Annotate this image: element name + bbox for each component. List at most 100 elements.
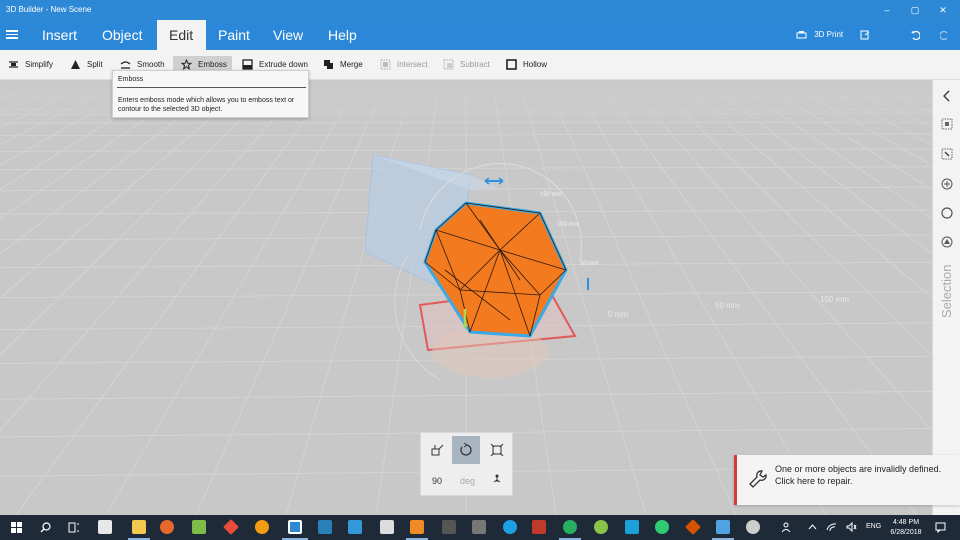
tab-view[interactable]: View xyxy=(265,20,311,50)
move-tool-icon xyxy=(431,444,444,456)
tab-paint[interactable]: Paint xyxy=(210,20,258,50)
minimize-button[interactable]: – xyxy=(880,3,894,17)
taskbar-app-gun[interactable] xyxy=(442,520,456,534)
taskbar-app-sl[interactable] xyxy=(532,520,546,534)
grid-label-100mm: 100 mm xyxy=(820,295,849,304)
taskbar-app-f[interactable] xyxy=(410,520,424,534)
intersect-label: Intersect xyxy=(397,60,428,69)
wrench-icon xyxy=(749,470,767,488)
angle-value[interactable]: 90 xyxy=(432,476,442,486)
select-all-icon[interactable] xyxy=(941,118,953,130)
taskbar-app-store[interactable] xyxy=(98,520,112,534)
windows-start-icon[interactable] xyxy=(11,522,22,533)
repair-notification[interactable]: One or more objects are invalidly define… xyxy=(734,455,960,505)
scale-tool-button[interactable] xyxy=(483,436,511,464)
taskbar-app-paint[interactable] xyxy=(746,520,760,534)
redo-icon[interactable] xyxy=(940,30,950,40)
taskbar-app-git[interactable] xyxy=(223,519,239,535)
taskbar-app-chrome[interactable] xyxy=(563,520,577,534)
taskbar-clock[interactable]: 4:48 PM 6/28/2018 xyxy=(886,518,926,538)
ruler-label-100: 100 mm xyxy=(557,222,579,228)
taskbar-app-firefox[interactable] xyxy=(160,520,174,534)
smooth-icon xyxy=(120,61,131,70)
simplify-icon xyxy=(9,61,18,69)
taskbar-app-tool[interactable] xyxy=(348,520,362,534)
subtract-button[interactable]: Subtract xyxy=(443,56,490,74)
subtract-icon xyxy=(443,59,454,70)
taskbar: ENG 4:48 PM 6/28/2018 xyxy=(0,515,960,540)
tooltip-description: Enters emboss mode which allows you to e… xyxy=(118,97,295,113)
maximize-button[interactable]: ▢ xyxy=(908,3,922,17)
simplify-button[interactable]: Simplify xyxy=(8,56,53,74)
emboss-label: Emboss xyxy=(198,60,227,69)
merge-label: Merge xyxy=(340,60,363,69)
rotate-icon xyxy=(460,442,472,456)
clock-time: 4:48 PM xyxy=(892,519,920,526)
angle-unit: deg xyxy=(460,476,476,486)
select-mesh-icon[interactable] xyxy=(941,178,953,190)
volume-icon[interactable] xyxy=(846,522,857,532)
3d-print-label: 3D Print xyxy=(814,30,844,39)
taskbar-app-blender[interactable] xyxy=(255,520,269,534)
simplify-label: Simplify xyxy=(25,60,54,69)
move-tool-button[interactable] xyxy=(423,436,451,464)
merge-icon xyxy=(324,60,333,70)
tooltip-title: Emboss xyxy=(118,76,144,83)
grid-label-50mm: 50 mm xyxy=(715,301,740,310)
taskbar-app-photo[interactable] xyxy=(472,520,486,534)
tab-insert[interactable]: Insert xyxy=(34,20,85,50)
taskbar-app-n[interactable] xyxy=(716,520,730,534)
task-view-icon[interactable] xyxy=(68,522,80,533)
taskbar-app-chrome-2[interactable] xyxy=(655,520,669,534)
taskbar-app-explorer[interactable] xyxy=(132,520,146,534)
network-icon[interactable] xyxy=(826,522,837,532)
select-object-icon[interactable] xyxy=(941,148,953,160)
window-title: 3D Builder - New Scene xyxy=(6,5,92,14)
close-button[interactable]: ✕ xyxy=(936,3,950,17)
split-button[interactable]: Split xyxy=(70,56,103,74)
grid-label-0mm: 0 mm xyxy=(608,310,628,319)
hollow-label: Hollow xyxy=(523,60,548,69)
3d-print-button[interactable]: 3D Print xyxy=(796,20,843,50)
selection-panel: Selection xyxy=(932,80,960,515)
merge-button[interactable]: Merge xyxy=(323,56,363,74)
taskbar-app-c[interactable] xyxy=(625,520,639,534)
extrude-down-label: Extrude down xyxy=(259,60,308,69)
smooth-label: Smooth xyxy=(137,60,165,69)
tab-help[interactable]: Help xyxy=(320,20,365,50)
tab-object[interactable]: Object xyxy=(94,20,150,50)
ruler-label-150: 150 mm xyxy=(540,192,562,198)
select-circle-icon[interactable] xyxy=(941,207,953,219)
taskbar-app-z[interactable] xyxy=(318,520,332,534)
undo-icon[interactable] xyxy=(910,30,920,40)
notification-center-icon[interactable] xyxy=(935,522,946,533)
hollow-button[interactable]: Hollow xyxy=(506,56,547,74)
taskbar-app-3dbuilder[interactable] xyxy=(288,520,302,534)
transform-toolbar: 90 deg xyxy=(420,432,513,496)
scale-icon xyxy=(490,443,504,457)
selection-panel-label: Selection xyxy=(939,264,954,318)
intersect-button[interactable]: Intersect xyxy=(380,56,428,74)
title-bar: 3D Builder - New Scene – ▢ ✕ xyxy=(0,0,960,20)
printer-icon xyxy=(796,30,807,39)
taskbar-app-git-2[interactable] xyxy=(685,519,701,535)
search-icon[interactable] xyxy=(40,522,51,533)
share-icon[interactable] xyxy=(860,30,870,40)
chevron-up-icon[interactable] xyxy=(808,523,817,531)
snap-icon[interactable] xyxy=(491,473,503,485)
split-label: Split xyxy=(87,60,103,69)
menu-bar: Insert Object Edit Paint View Help 3D Pr… xyxy=(0,20,960,50)
taskbar-app-calendar[interactable] xyxy=(380,520,394,534)
taskbar-app-skype[interactable] xyxy=(503,520,517,534)
tab-edit[interactable]: Edit xyxy=(157,20,206,50)
language-indicator[interactable]: ENG xyxy=(866,523,881,530)
people-icon[interactable] xyxy=(782,522,794,533)
taskbar-app-circle[interactable] xyxy=(594,520,608,534)
rotate-tool-button[interactable] xyxy=(452,436,480,464)
emboss-tooltip: Emboss Enters emboss mode which allows y… xyxy=(112,70,309,118)
intersect-icon xyxy=(380,59,391,70)
hamburger-menu-icon[interactable] xyxy=(6,28,18,42)
chevron-left-icon[interactable] xyxy=(941,90,953,102)
repair-message: One or more objects are invalidly define… xyxy=(775,464,942,486)
taskbar-app-notepadpp[interactable] xyxy=(192,520,206,534)
